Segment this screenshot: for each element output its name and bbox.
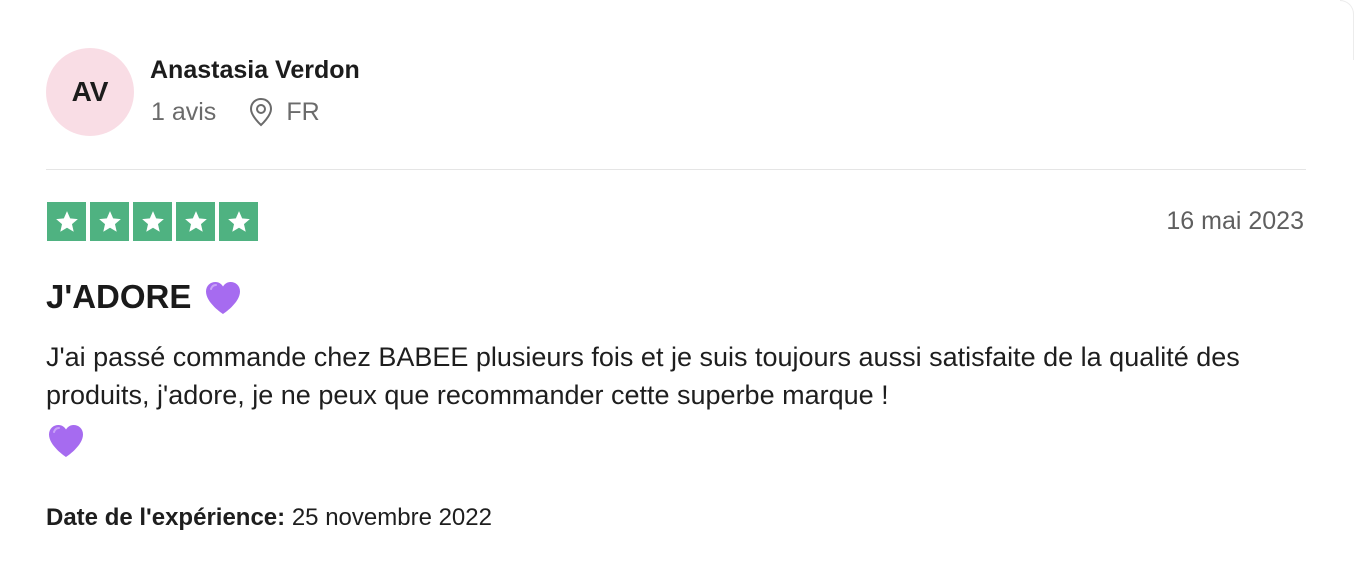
star-icon [90,202,129,241]
reviewer-name[interactable]: Anastasia Verdon [150,56,360,85]
card-border [1340,0,1354,60]
experience-value: 25 novembre 2022 [291,504,492,531]
review-card: AV Anastasia Verdon 1 avis FR 16 mai 202… [0,0,1354,566]
review-body: J'ai passé commande chez BABEE plusieurs… [46,338,1316,460]
purple-heart-icon [203,279,243,317]
avatar-initials: AV [71,76,109,107]
review-title-text: J'ADORE [46,278,192,315]
reviewer-meta: 1 avis FR [151,97,320,127]
star-icon [176,202,215,241]
star-icon [133,202,172,241]
star-rating [47,202,258,241]
divider [46,169,1306,170]
review-count: 1 avis [151,97,217,126]
experience-label: Date de l'expérience: [46,504,286,531]
purple-heart-icon [46,422,86,460]
star-icon [219,202,258,241]
avatar[interactable]: AV [46,48,134,136]
reviewer-country: FR [286,97,320,126]
star-icon [47,202,86,241]
review-body-text: J'ai passé commande chez BABEE plusieurs… [46,342,1240,410]
review-date: 16 mai 2023 [1166,207,1304,235]
review-title[interactable]: J'ADORE [46,277,243,317]
location-pin-icon [248,97,274,127]
experience-date: Date de l'expérience: 25 novembre 2022 [46,504,492,532]
